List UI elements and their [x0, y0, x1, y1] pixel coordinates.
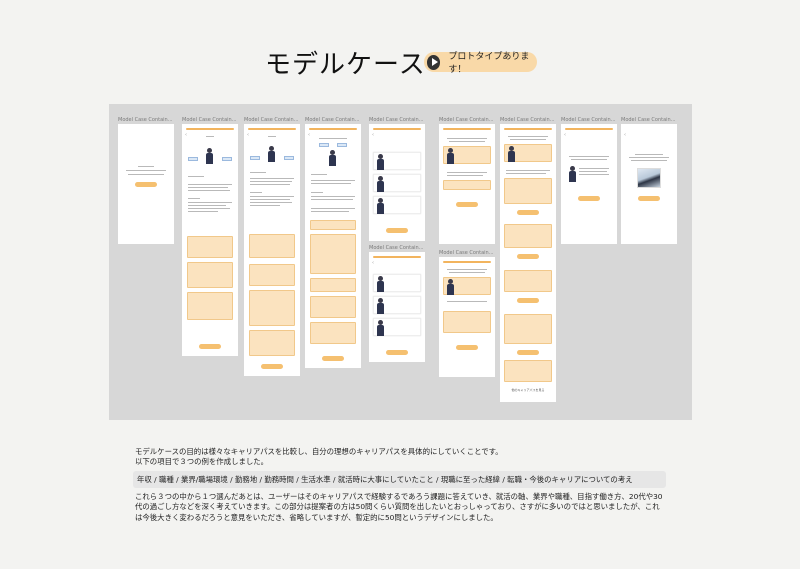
frame-label: Model Case Contain...	[439, 250, 494, 256]
description: モデルケースの目的は様々なキャリアパスを比較し、自分の理想のキャリアパスを具体的…	[135, 447, 675, 467]
frame-label: Model Case Contain...	[561, 117, 616, 123]
person-icon	[268, 146, 275, 162]
page-title: モデルケース	[265, 50, 426, 80]
screen-finish: ‹	[621, 124, 677, 244]
category-list: 年収 / 職種 / 業界/職場環境 / 勤務地 / 勤務時間 / 生活水準 / …	[133, 471, 666, 488]
answer-button[interactable]	[517, 350, 539, 355]
person-icon	[206, 148, 213, 164]
answer-button[interactable]	[517, 298, 539, 303]
frame-label: Model Case Contain...	[439, 117, 494, 123]
design-canvas: Model Case Contain... Model Case Contain…	[109, 104, 692, 420]
prototype-button[interactable]: プロトタイプあります！	[424, 52, 537, 75]
select-button[interactable]	[386, 228, 408, 233]
finish-button[interactable]	[638, 196, 660, 201]
screen-select: ‹	[369, 124, 425, 241]
person-icon	[447, 148, 454, 164]
frame-label: Model Case Contain...	[305, 117, 360, 123]
frame-label: Model Case Contain...	[182, 117, 237, 123]
frame-label: Model Case Contain...	[244, 117, 299, 123]
screen-select-2: ‹	[369, 252, 425, 362]
person-icon	[508, 146, 515, 162]
screen-case-a: ‹	[182, 124, 238, 356]
frame-label: Model Case Contain...	[369, 117, 424, 123]
person-icon	[569, 166, 576, 182]
screen-case-c: ‹	[305, 124, 361, 368]
person-icon	[377, 154, 384, 170]
next-button[interactable]	[199, 344, 221, 349]
person-icon	[329, 150, 336, 166]
frame-label: Model Case Contain...	[500, 117, 555, 123]
screen-intro	[118, 124, 174, 244]
back-icon[interactable]: ‹	[308, 132, 310, 138]
answer-button[interactable]	[517, 254, 539, 259]
back-icon[interactable]: ‹	[564, 132, 566, 138]
frame-label: Model Case Contain...	[118, 117, 173, 123]
description-line-2: 以下の項目で３つの例を作成しました。	[135, 457, 269, 466]
more-careers-link[interactable]: 他のキャリアパスを見る	[504, 388, 552, 392]
answer-button[interactable]	[456, 345, 478, 350]
frame-label: Model Case Contain...	[621, 117, 676, 123]
prototype-button-label: プロトタイプあります！	[448, 52, 530, 75]
frame-label: Model Case Contain...	[369, 245, 424, 251]
screen-case-b: ‹	[244, 124, 300, 376]
screen-question-2	[439, 257, 495, 377]
play-icon	[427, 54, 441, 70]
person-icon	[447, 279, 454, 295]
next-button[interactable]	[261, 364, 283, 369]
mountain-image	[637, 168, 661, 188]
screen-result: ‹	[561, 124, 617, 244]
back-icon[interactable]: ‹	[372, 260, 374, 266]
answer-button[interactable]	[517, 210, 539, 215]
person-icon	[377, 298, 384, 314]
start-button[interactable]	[135, 182, 157, 187]
next-button[interactable]	[322, 356, 344, 361]
person-icon	[377, 198, 384, 214]
screen-qa-long: 他のキャリアパスを見る	[500, 124, 556, 402]
person-icon	[377, 320, 384, 336]
screen-question	[439, 124, 495, 244]
person-icon	[377, 176, 384, 192]
person-icon	[377, 276, 384, 292]
back-icon[interactable]: ‹	[624, 132, 626, 138]
select-button[interactable]	[386, 350, 408, 355]
description-line-1: モデルケースの目的は様々なキャリアパスを比較し、自分の理想のキャリアパスを具体的…	[135, 447, 503, 456]
back-icon[interactable]: ‹	[185, 132, 187, 138]
answer-button[interactable]	[456, 202, 478, 207]
next-button[interactable]	[578, 196, 600, 201]
back-icon[interactable]: ‹	[372, 132, 374, 138]
description-body: これら３つの中から１つ選んだあとは、ユーザーはそのキャリアパスで経験するであろう…	[135, 492, 663, 522]
back-icon[interactable]: ‹	[247, 132, 249, 138]
